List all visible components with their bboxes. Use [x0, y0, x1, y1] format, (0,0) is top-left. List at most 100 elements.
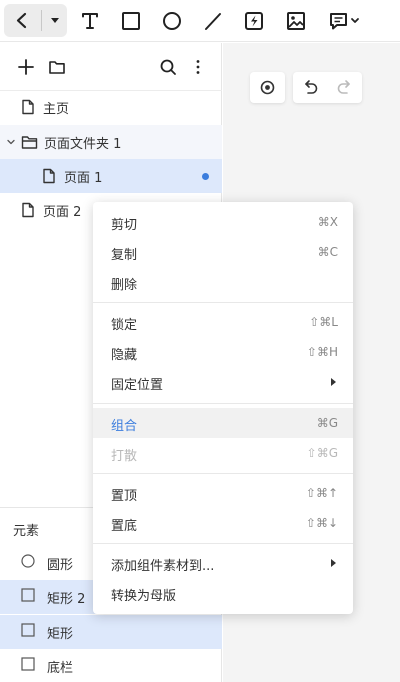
- undo-icon: [305, 80, 318, 94]
- pages-actions: [0, 43, 222, 91]
- target-icon: [260, 80, 275, 95]
- redo-button[interactable]: [328, 72, 362, 103]
- text-tool-icon: [82, 13, 98, 29]
- chevron-down-icon[interactable]: [6, 137, 16, 147]
- add-page-button[interactable]: [14, 55, 38, 79]
- rectangle-icon: [21, 657, 35, 675]
- menu-item-copy[interactable]: 复制 ⌘C: [93, 237, 353, 267]
- menu-item-label: 转换为母版: [111, 589, 177, 604]
- menu-item-shortcut: ⌘G: [316, 416, 338, 430]
- page-item-label: 主页: [43, 101, 70, 117]
- menu-item-convert-to-master[interactable]: 转换为母版: [93, 578, 353, 608]
- ellipse-tool-icon: [163, 12, 181, 30]
- context-menu: 剪切 ⌘X 复制 ⌘C 删除 锁定 ⇧⌘L 隐藏 ⇧⌘H 固定位置 组合 ⌘G …: [93, 202, 353, 614]
- rectangle-tool-icon: [122, 12, 140, 30]
- menu-item-label: 隐藏: [111, 348, 138, 363]
- menu-item-label: 剪切: [111, 218, 138, 233]
- back-dropdown-button[interactable]: [43, 4, 67, 37]
- folder-open-icon: [21, 135, 38, 150]
- menu-item-shortcut: ⇧⌘↑: [305, 486, 338, 500]
- search-button[interactable]: [156, 55, 180, 79]
- elements-title: 元素: [13, 524, 40, 539]
- menu-item-lock[interactable]: 锁定 ⇧⌘L: [93, 307, 353, 337]
- undo-redo-group: [293, 72, 362, 103]
- menu-divider: [93, 543, 353, 544]
- page-item-page-1[interactable]: 页面 1: [0, 159, 222, 193]
- rectangle-tool-button[interactable]: [114, 4, 148, 37]
- page-icon: [21, 202, 35, 218]
- hotspot-tool-button[interactable]: [237, 4, 271, 37]
- menu-item-cut[interactable]: 剪切 ⌘X: [93, 207, 353, 237]
- page-icon: [42, 168, 56, 184]
- menu-item-send-to-back[interactable]: 置底 ⇧⌘↓: [93, 508, 353, 538]
- menu-item-label: 置底: [111, 519, 138, 534]
- menu-item-shortcut: ⌘C: [317, 245, 338, 259]
- menu-item-label: 组合: [111, 419, 138, 434]
- element-item-label: 圆形: [47, 557, 74, 573]
- target-button[interactable]: [250, 72, 285, 103]
- ellipse-tool-button[interactable]: [155, 4, 189, 37]
- divider: [41, 10, 42, 31]
- element-item-label: 矩形: [47, 626, 74, 642]
- menu-item-shortcut: ⇧⌘↓: [305, 516, 338, 530]
- element-item-label: 底栏: [47, 660, 74, 676]
- text-tool-button[interactable]: [73, 4, 107, 37]
- line-tool-button[interactable]: [196, 4, 230, 37]
- menu-item-ungroup[interactable]: 打散 ⇧⌘G: [93, 438, 353, 468]
- menu-item-shortcut: ⇧⌘G: [306, 446, 338, 460]
- image-tool-button[interactable]: [279, 4, 313, 37]
- circle-icon: [21, 554, 35, 572]
- menu-item-bring-to-front[interactable]: 置顶 ⇧⌘↑: [93, 478, 353, 508]
- back-button[interactable]: [4, 4, 40, 37]
- undo-button[interactable]: [293, 72, 327, 103]
- menu-item-label: 固定位置: [111, 378, 164, 393]
- element-item-label: 矩形 2: [47, 591, 86, 607]
- menu-item-label: 复制: [111, 248, 138, 263]
- page-item-home[interactable]: 主页: [0, 90, 222, 124]
- menu-item-delete[interactable]: 删除: [93, 267, 353, 297]
- comment-tool-icon: [330, 13, 359, 30]
- add-icon: [18, 59, 34, 75]
- back-icon: [16, 12, 27, 29]
- search-icon: [160, 59, 176, 75]
- page-item-label: 页面 1: [64, 170, 103, 186]
- menu-item-label: 打散: [111, 449, 138, 464]
- hotspot-tool-icon: [245, 12, 263, 30]
- add-folder-button[interactable]: [45, 55, 69, 79]
- menu-item-add-to-library[interactable]: 添加组件素材到...: [93, 548, 353, 578]
- more-icon: [196, 60, 200, 74]
- element-item-rectangle[interactable]: 矩形: [0, 615, 222, 649]
- comment-tool-button[interactable]: [322, 4, 366, 37]
- element-item-bottom-bar[interactable]: 底栏: [0, 649, 222, 682]
- menu-item-group[interactable]: 组合 ⌘G: [93, 408, 353, 438]
- rectangle-icon: [21, 588, 35, 606]
- page-icon: [21, 99, 35, 115]
- line-tool-icon: [205, 13, 221, 30]
- menu-item-shortcut: ⇧⌘H: [306, 345, 338, 359]
- menu-divider: [93, 302, 353, 303]
- page-item-label: 页面文件夹 1: [44, 136, 122, 152]
- menu-item-shortcut: ⌘X: [317, 215, 338, 229]
- submenu-arrow-icon: [331, 559, 336, 567]
- menu-item-shortcut: ⇧⌘L: [309, 315, 338, 329]
- dropdown-icon: [51, 18, 59, 23]
- chevron-down-icon: [351, 18, 359, 23]
- top-toolbar: [0, 0, 400, 42]
- rectangle-icon: [21, 623, 35, 641]
- menu-divider: [93, 473, 353, 474]
- current-page-dot: [202, 173, 209, 180]
- menu-item-hide[interactable]: 隐藏 ⇧⌘H: [93, 337, 353, 367]
- menu-item-label: 锁定: [111, 318, 138, 333]
- menu-item-label: 置顶: [111, 489, 138, 504]
- more-button[interactable]: [186, 55, 210, 79]
- menu-item-fix-position[interactable]: 固定位置: [93, 367, 353, 397]
- submenu-arrow-icon: [331, 378, 336, 386]
- page-folder-item[interactable]: 页面文件夹 1: [0, 125, 222, 159]
- page-item-label: 页面 2: [43, 204, 82, 220]
- back-button-group: [4, 4, 67, 37]
- menu-divider: [93, 403, 353, 404]
- menu-item-label: 添加组件素材到...: [111, 559, 215, 574]
- menu-item-label: 删除: [111, 278, 138, 293]
- folder-icon: [49, 61, 65, 74]
- redo-icon: [337, 80, 350, 94]
